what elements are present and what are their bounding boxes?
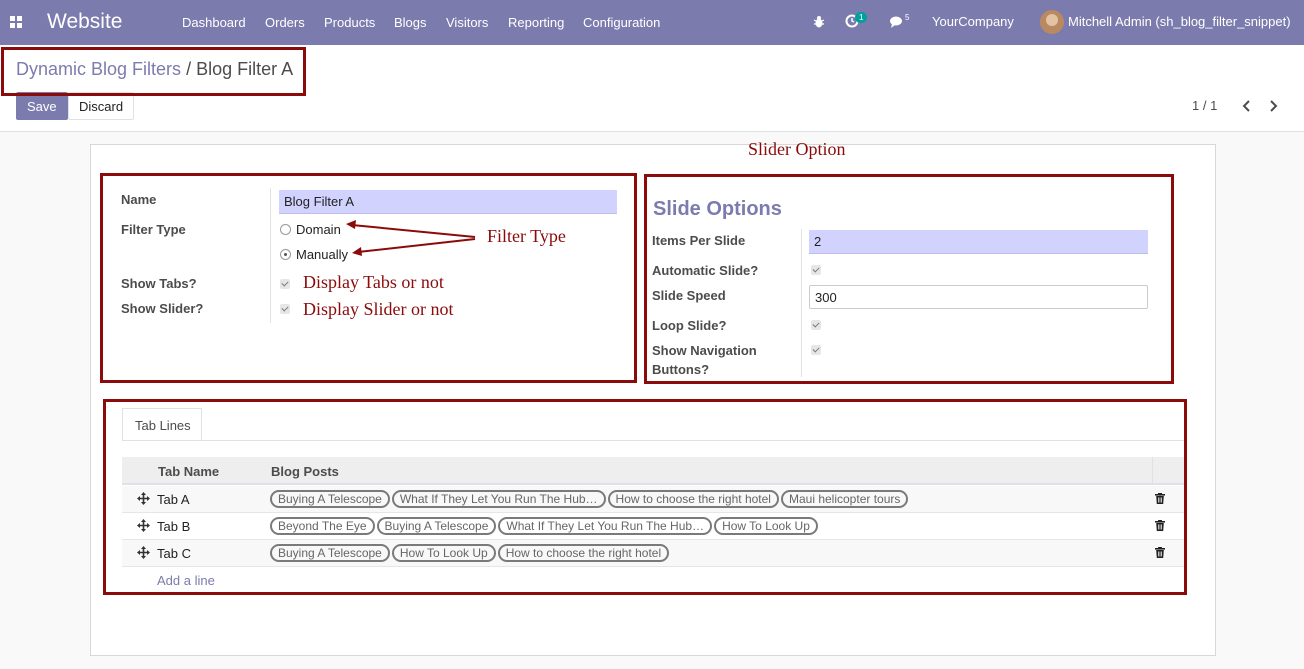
slider-option-annotation: Slider Option	[748, 139, 846, 159]
menu-orders[interactable]: Orders	[265, 15, 305, 30]
pager-previous-icon[interactable]	[1242, 100, 1252, 112]
menu-configuration[interactable]: Configuration	[583, 15, 660, 30]
save-button[interactable]: Save	[16, 92, 68, 120]
menu-reporting[interactable]: Reporting	[508, 15, 564, 30]
menu-dashboard[interactable]: Dashboard	[182, 15, 246, 30]
tab-lines-highlight-box	[103, 399, 1187, 595]
user-avatar[interactable]	[1040, 10, 1064, 34]
display-slider-annotation: Display Slider or not	[303, 299, 454, 319]
menu-blogs[interactable]: Blogs	[394, 15, 427, 30]
company-switcher[interactable]: YourCompany	[932, 14, 1014, 29]
messages-count: 5	[905, 13, 910, 22]
filter-type-arrows	[346, 220, 476, 256]
display-tabs-annotation: Display Tabs or not	[303, 272, 444, 292]
menu-products[interactable]: Products	[324, 15, 375, 30]
menu-visitors[interactable]: Visitors	[446, 15, 488, 30]
pager-next-icon[interactable]	[1268, 100, 1278, 112]
slide-options-highlight-box	[644, 174, 1174, 384]
breadcrumb-highlight-box	[1, 47, 306, 96]
apps-grid-icon[interactable]	[10, 16, 22, 28]
discard-button[interactable]: Discard	[68, 92, 135, 120]
app-title: Website	[47, 10, 123, 33]
debug-bug-icon[interactable]	[813, 15, 825, 28]
messages-chat-icon[interactable]	[889, 16, 903, 28]
filter-type-annotation: Filter Type	[487, 226, 566, 246]
user-menu[interactable]: Mitchell Admin (sh_blog_filter_snippet)	[1068, 14, 1291, 29]
pager-value[interactable]: 1 / 1	[1192, 98, 1217, 113]
top-navbar: Website Dashboard Orders Products Blogs …	[0, 0, 1304, 45]
activity-count-badge: 1	[855, 12, 868, 23]
